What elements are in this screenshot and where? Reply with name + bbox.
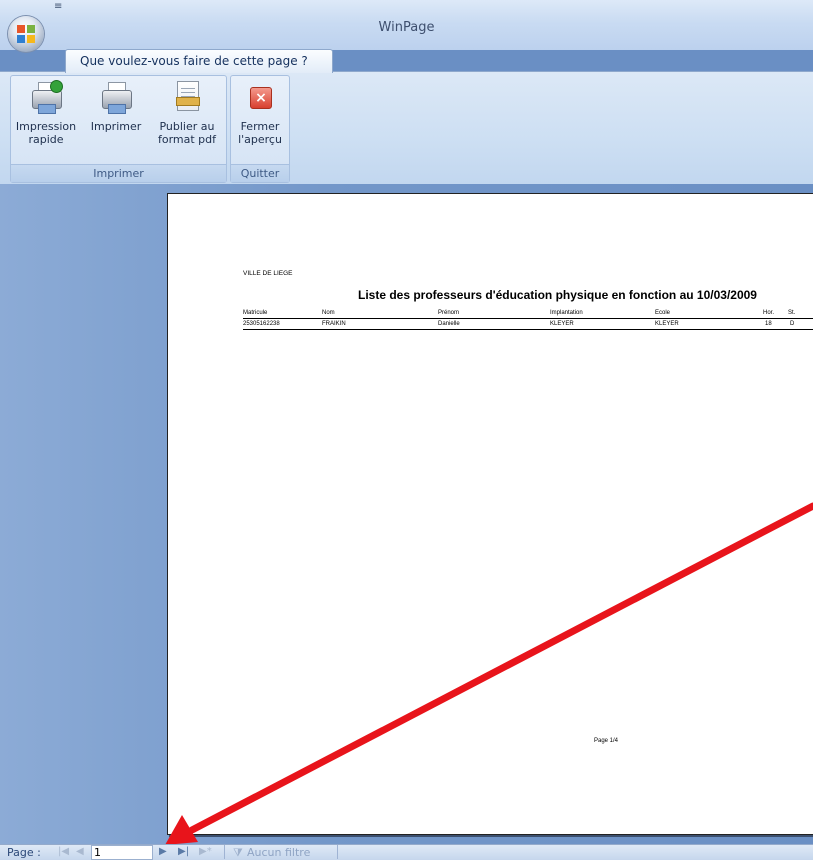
column-header-st: St. [788,310,796,316]
report-org: VILLE DE LIEGE [243,270,293,277]
filter-icon: ⧩ [233,846,243,859]
cell-implantation: KLEYER [550,321,574,327]
cell-ecole: KLEYER [655,321,679,327]
tab-label: Que voulez-vous faire de cette page ? [80,54,308,68]
office-logo-icon [17,25,35,43]
new-record-icon[interactable]: ▶* [199,846,212,857]
cell-nom: FRAIKIN [322,321,346,327]
office-button[interactable] [8,16,44,52]
column-header-nom: Nom [322,310,335,316]
cell-hor: 18 [765,321,772,327]
report-page: VILLE DE LIEGE Liste des professeurs d'é… [167,193,813,835]
ribbon-group-quitter: × Fermer l'aperçu Quitter [230,75,290,183]
column-header-matricule: Matricule [243,310,268,316]
pdf-icon [170,80,204,114]
cell-matricule: 25305162238 [243,321,280,327]
group-label-imprimer: Imprimer [11,164,226,182]
print-button[interactable]: Imprimer [85,80,147,133]
next-page-icon[interactable]: ▶ [159,846,167,857]
print-icon [99,80,133,114]
quick-print-label: Impression rapide [15,120,77,146]
last-page-icon[interactable]: ▶| [178,846,189,857]
quick-print-icon [29,80,63,114]
filter-label: Aucun filtre [247,846,311,859]
column-header-hor: Hor. [763,310,775,316]
report-title: Liste des professeurs d'éducation physiq… [358,288,757,302]
column-header-ecole: Ecole [655,310,671,316]
window-title: WinPage [378,20,435,35]
close-preview-label: Fermer l'aperçu [238,120,282,146]
page-number-input[interactable]: 1 [91,845,153,860]
quick-print-button[interactable]: Impression rapide [13,80,79,146]
row-rule [243,329,813,330]
publish-pdf-button[interactable]: Publier au format pdf [153,80,221,146]
quick-access-dropdown-icon[interactable]: ≡ [54,1,62,12]
first-page-icon[interactable]: |◀ [58,846,69,857]
column-header-prenom: Prénom [438,310,460,316]
cell-st: D [790,321,795,327]
report-page-footer: Page 1/4 [594,738,619,744]
previous-page-icon[interactable]: ◀ [76,846,84,857]
status-bar: Page : |◀ ◀ 1 ▶ ▶| ▶* ⧩ Aucun filtre [0,844,813,860]
title-bar: ≡ WinPage [0,0,813,52]
filter-indicator[interactable]: ⧩ Aucun filtre [224,845,338,859]
print-label: Imprimer [90,120,142,133]
page-label: Page : [7,846,41,859]
close-preview-icon: × [243,80,277,114]
close-preview-button[interactable]: × Fermer l'aperçu [231,80,289,146]
tab-page-actions[interactable]: Que voulez-vous faire de cette page ? [65,49,333,73]
header-rule [243,318,813,319]
column-header-implantation: Implantation [550,310,583,316]
cell-prenom: Danielle [438,321,460,327]
ribbon-group-imprimer: Impression rapide Imprimer Publier au fo… [10,75,227,183]
group-label-quitter: Quitter [231,164,289,182]
publish-pdf-label: Publier au format pdf [157,120,217,146]
ribbon: Impression rapide Imprimer Publier au fo… [0,71,813,185]
